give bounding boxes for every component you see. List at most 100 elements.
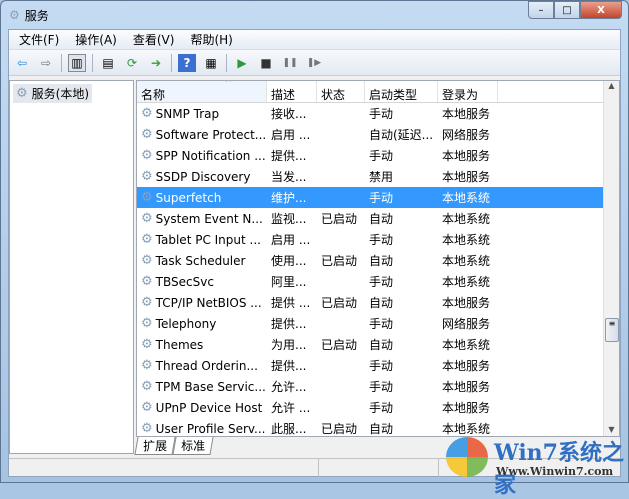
cell-startup-type: 手动 xyxy=(369,275,394,289)
service-row[interactable]: ⚙ Task Scheduler 使用... 已启动 自动 本地系统 xyxy=(137,250,619,271)
vertical-scrollbar[interactable]: ▲ ≡ ▼ xyxy=(603,81,619,436)
refresh-icon[interactable]: ⟳ xyxy=(123,54,141,72)
service-row[interactable]: ⚙ TCP/IP NetBIOS ... 提供 ... 已启动 自动 本地服务 xyxy=(137,292,619,313)
cell-name: ⚙ SNMP Trap xyxy=(137,106,267,121)
show-hide-tree-icon[interactable]: ▥ xyxy=(68,53,86,72)
cell-log-on-as: 本地服务 xyxy=(442,149,491,163)
menu-view[interactable]: 查看(V) xyxy=(133,31,175,48)
service-row[interactable]: ⚙ SNMP Trap 接收... 手动 本地服务 xyxy=(137,103,619,124)
column-status[interactable]: 状态 xyxy=(317,81,365,102)
service-name: SSDP Discovery xyxy=(155,169,251,184)
column-log-on-as[interactable]: 登录为 xyxy=(438,81,498,102)
cell-description: 阿里... xyxy=(271,275,307,289)
service-row[interactable]: ⚙ TPM Base Servic... 允许... 手动 本地服务 xyxy=(137,376,619,397)
service-name: Telephony xyxy=(155,316,217,331)
tree-pane: ⚙ 服务(本地) xyxy=(9,80,134,454)
stop-icon[interactable]: ■ xyxy=(257,54,275,72)
divider xyxy=(92,53,93,72)
service-row[interactable]: ⚙ System Event N... 监视... 已启动 自动 本地系统 xyxy=(137,208,619,229)
service-row[interactable]: ⚙ Themes 为用... 已启动 自动 本地系统 xyxy=(137,334,619,355)
cell-startup-type: 自动(延迟... xyxy=(369,128,434,142)
gear-icon: ⚙ xyxy=(16,86,28,101)
cell-name: ⚙ Tablet PC Input ... xyxy=(137,232,267,247)
pause-icon[interactable]: ❚❚ xyxy=(281,54,299,72)
service-row[interactable]: ⚙ SPP Notification ... 提供... 手动 本地服务 xyxy=(137,145,619,166)
cell-description: 此服... xyxy=(271,422,307,436)
cell-log-on-as: 本地服务 xyxy=(442,380,491,394)
cell-description: 提供... xyxy=(271,149,307,163)
service-name: Themes xyxy=(155,337,204,352)
column-description[interactable]: 描述 xyxy=(267,81,317,102)
properties-icon[interactable]: ▤ xyxy=(99,54,117,72)
cell-startup-type: 自动 xyxy=(369,296,394,310)
gear-icon: ⚙ xyxy=(141,148,153,163)
gear-icon: ⚙ xyxy=(141,421,153,436)
cell-startup-type: 手动 xyxy=(369,191,394,205)
cell-startup-type: 手动 xyxy=(369,107,394,121)
cell-startup-type: 自动 xyxy=(369,422,394,436)
service-name: TPM Base Servic... xyxy=(155,379,266,394)
cell-startup-type: 自动 xyxy=(369,254,394,268)
service-name: UPnP Device Host xyxy=(155,400,263,415)
cell-description: 启用 ... xyxy=(271,233,311,247)
maximize-button[interactable]: □ xyxy=(554,1,580,19)
service-name: SNMP Trap xyxy=(155,106,220,121)
cell-log-on-as: 本地服务 xyxy=(442,296,491,310)
scroll-up-button[interactable]: ▲ xyxy=(604,81,619,90)
minimize-button[interactable]: – xyxy=(528,1,554,19)
cell-startup-type: 禁用 xyxy=(369,170,394,184)
cell-startup-type: 自动 xyxy=(369,338,394,352)
cell-startup-type: 手动 xyxy=(369,359,394,373)
menu-file[interactable]: 文件(F) xyxy=(19,31,59,48)
services-icon: ⚙ xyxy=(9,8,20,22)
cell-name: ⚙ TCP/IP NetBIOS ... xyxy=(137,295,267,310)
cell-description: 监视... xyxy=(271,212,307,226)
scroll-thumb[interactable]: ≡ xyxy=(605,318,619,342)
cell-name: ⚙ Task Scheduler xyxy=(137,253,267,268)
cell-name: ⚙ SSDP Discovery xyxy=(137,169,267,184)
service-row[interactable]: ⚙ Software Protect... 启用 ... 自动(延迟... 网络服务 xyxy=(137,124,619,145)
column-startup-type[interactable]: 启动类型 xyxy=(365,81,438,102)
services-list: 名称 ^ 描述 状态 启动类型 登录为 ⚙ SNMP Trap 接收... 手动 本地服务… xyxy=(136,80,620,437)
tab-extended[interactable]: 扩展 xyxy=(134,437,176,455)
cell-log-on-as: 本地系统 xyxy=(442,233,491,247)
start-icon[interactable]: ▶ xyxy=(233,54,251,72)
back-icon[interactable]: ⇦ xyxy=(13,54,31,72)
service-row[interactable]: ⚙ UPnP Device Host 允许 ... 手动 本地服务 xyxy=(137,397,619,418)
menu-action[interactable]: 操作(A) xyxy=(75,31,117,48)
tree-item-services-local[interactable]: ⚙ 服务(本地) xyxy=(13,84,93,103)
service-row[interactable]: ⚙ Thread Orderin... 提供... 手动 本地服务 xyxy=(137,355,619,376)
gear-icon: ⚙ xyxy=(141,295,153,310)
service-name: Software Protect... xyxy=(155,127,267,142)
column-name[interactable]: 名称 ^ xyxy=(137,81,267,102)
cell-description: 提供 ... xyxy=(271,296,311,310)
divider xyxy=(61,53,62,72)
service-name: System Event N... xyxy=(155,211,263,226)
service-row[interactable]: ⚙ Superfetch 维护... 手动 本地系统 xyxy=(137,187,619,208)
service-row[interactable]: ⚙ SSDP Discovery 当发... 禁用 本地服务 xyxy=(137,166,619,187)
service-row[interactable]: ⚙ TBSecSvc 阿里... 手动 本地系统 xyxy=(137,271,619,292)
cell-name: ⚙ Thread Orderin... xyxy=(137,358,267,373)
cell-name: ⚙ Software Protect... xyxy=(137,127,267,142)
cell-description: 使用... xyxy=(271,254,307,268)
export-icon[interactable]: ➔ xyxy=(147,54,165,72)
service-row[interactable]: ⚙ Telephony 提供... 手动 网络服务 xyxy=(137,313,619,334)
restart-icon[interactable]: ❚▶ xyxy=(305,54,323,72)
tab-standard[interactable]: 标准 xyxy=(172,437,214,455)
gear-icon: ⚙ xyxy=(141,190,153,205)
cell-log-on-as: 本地系统 xyxy=(442,338,491,352)
cell-log-on-as: 本地系统 xyxy=(442,254,491,268)
toolbar: ⇦ ⇨ ▥ ▤ ⟳ ➔ ? ▦ ▶ ■ ❚❚ ❚▶ xyxy=(9,50,620,76)
service-name: Task Scheduler xyxy=(155,253,246,268)
action-pane-icon[interactable]: ▦ xyxy=(202,54,220,72)
forward-icon[interactable]: ⇨ xyxy=(37,54,55,72)
gear-icon: ⚙ xyxy=(141,358,153,373)
close-button[interactable]: X xyxy=(580,1,622,19)
menu-help[interactable]: 帮助(H) xyxy=(190,31,232,48)
cell-log-on-as: 本地系统 xyxy=(442,275,491,289)
cell-name: ⚙ TBSecSvc xyxy=(137,274,267,289)
cell-status: 已启动 xyxy=(321,422,358,436)
service-row[interactable]: ⚙ Tablet PC Input ... 启用 ... 手动 本地系统 xyxy=(137,229,619,250)
help-icon[interactable]: ? xyxy=(178,53,196,72)
cell-log-on-as: 本地服务 xyxy=(442,401,491,415)
